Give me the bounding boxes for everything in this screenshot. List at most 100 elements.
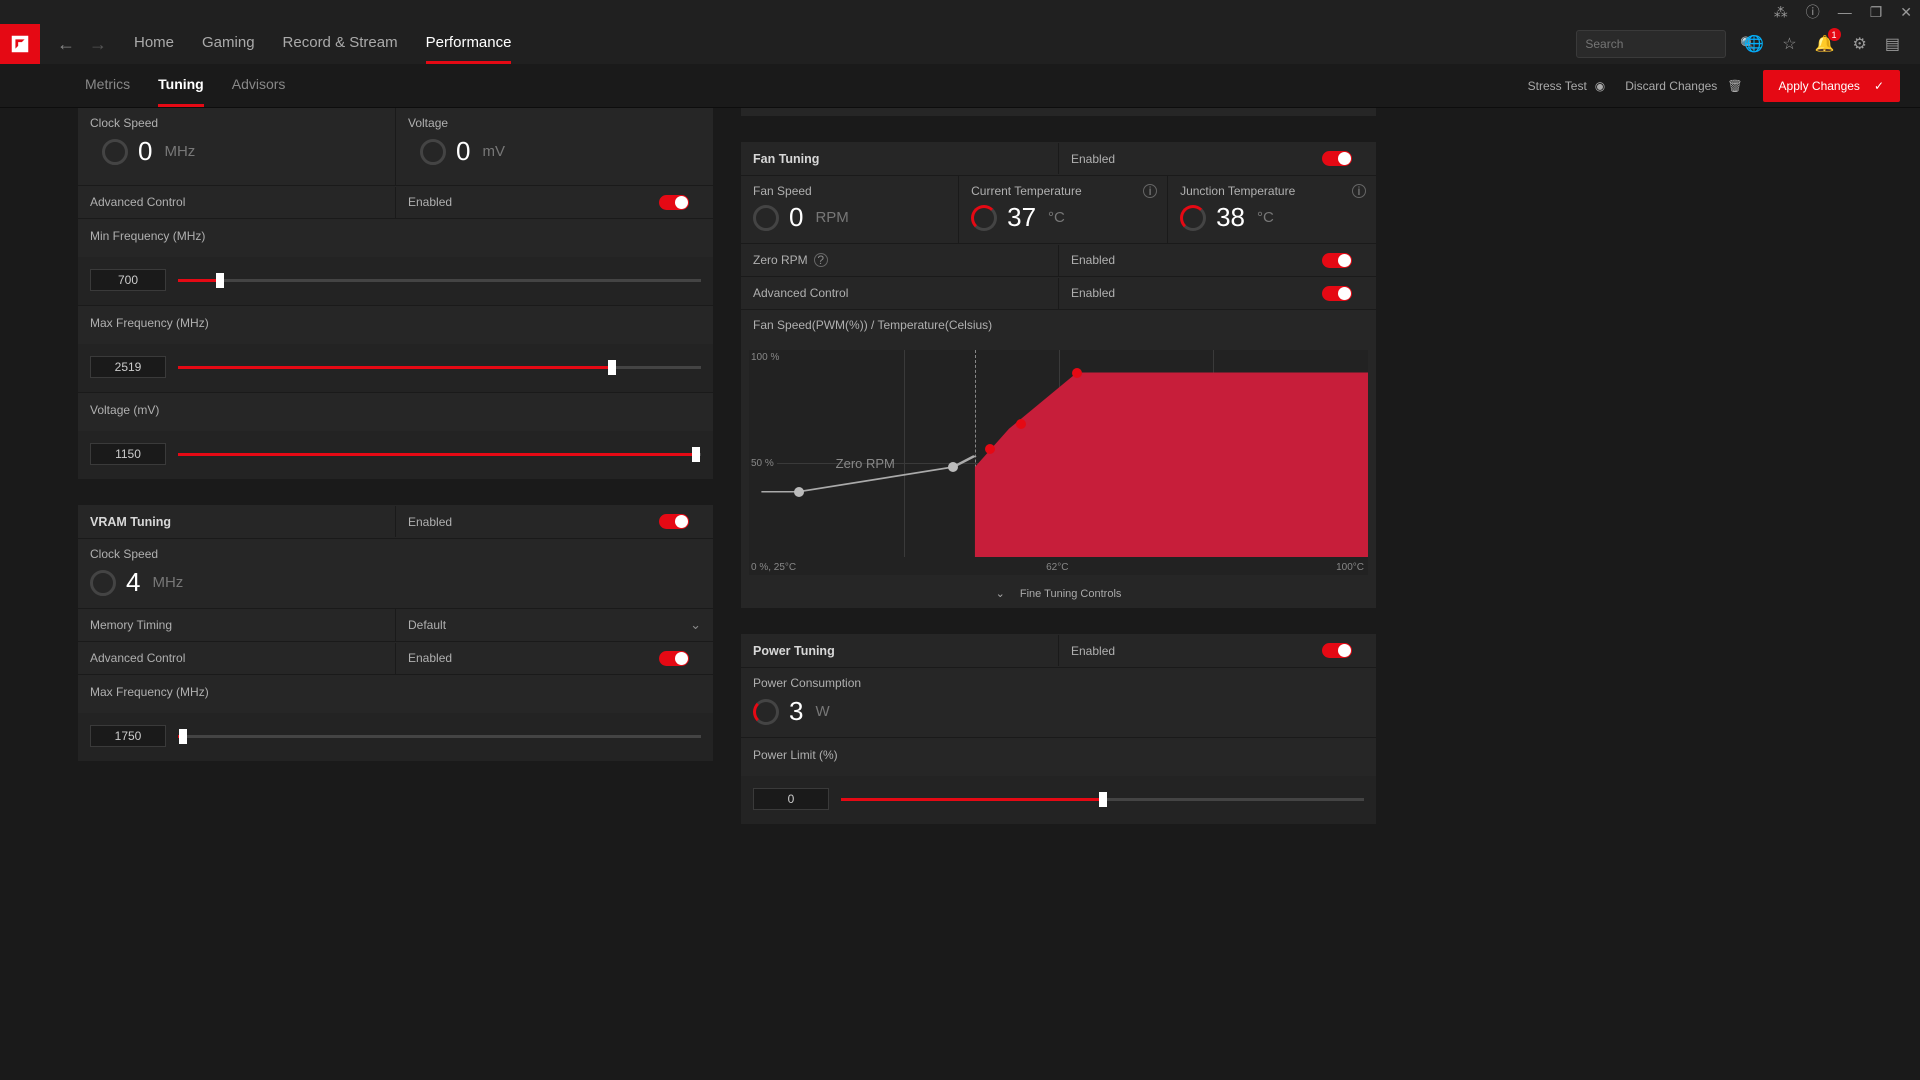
nav-forward-icon[interactable]: →: [82, 34, 114, 55]
vram-maxfreq-slider[interactable]: [178, 735, 701, 738]
chevron-down-icon: ⌄: [996, 588, 1005, 600]
voltage-unit: mV: [482, 143, 505, 160]
vram-status: Enabled: [408, 515, 452, 529]
info-icon[interactable]: i: [1352, 184, 1366, 198]
vram-clock-label: Clock Speed: [90, 547, 701, 561]
vram-toggle[interactable]: [659, 514, 689, 529]
fan-card: Fan Tuning Enabled Fan Speed 0 RPM Curre…: [741, 142, 1376, 608]
vram-adv-toggle[interactable]: [659, 651, 689, 666]
nav-gaming[interactable]: Gaming: [202, 24, 255, 64]
fine-tuning-controls[interactable]: ⌄ Fine Tuning Controls: [741, 579, 1376, 608]
close-icon[interactable]: ✕: [1900, 4, 1912, 21]
apply-changes-button[interactable]: Apply Changes ✓: [1763, 70, 1900, 102]
voltage-label: Voltage: [408, 116, 701, 130]
globe-icon[interactable]: 🌐: [1744, 34, 1764, 54]
mem-timing-label: Memory Timing: [78, 610, 395, 640]
origin-label: 0 %, 25°C: [751, 562, 796, 573]
vram-clock-value: 4: [126, 567, 140, 598]
min-freq-slider[interactable]: [178, 279, 701, 282]
bell-icon[interactable]: 🔔1: [1815, 34, 1835, 54]
power-limit-slider[interactable]: [841, 798, 1364, 801]
tab-advisors[interactable]: Advisors: [232, 64, 286, 107]
fan-title: Fan Tuning: [741, 144, 1058, 174]
vram-maxfreq-input[interactable]: [90, 725, 166, 747]
x-label-100: 100°C: [1336, 562, 1364, 573]
junc-temp-gauge-icon: [1180, 205, 1206, 231]
info-icon[interactable]: ?: [814, 253, 828, 267]
nav-home[interactable]: Home: [134, 24, 174, 64]
help-icon[interactable]: ⓘ: [1806, 2, 1820, 22]
gear-icon[interactable]: ⚙: [1853, 34, 1867, 54]
power-status: Enabled: [1071, 644, 1115, 658]
amd-logo-icon[interactable]: [0, 24, 40, 64]
window-titlebar: ⁂ ⓘ — ❐ ✕: [0, 0, 1920, 24]
fan-toggle[interactable]: [1322, 151, 1352, 166]
tab-metrics[interactable]: Metrics: [85, 64, 130, 107]
cur-temp-label: Current Temperature: [971, 184, 1155, 198]
bug-icon[interactable]: ⁂: [1774, 4, 1788, 21]
panel-icon[interactable]: ▤: [1885, 34, 1900, 54]
fan-speed-unit: RPM: [815, 209, 848, 226]
min-freq-input[interactable]: [90, 269, 166, 291]
power-cons-value: 3: [789, 696, 803, 727]
max-freq-input[interactable]: [90, 356, 166, 378]
power-title: Power Tuning: [741, 636, 1058, 666]
junc-temp-value: 38: [1216, 202, 1245, 233]
zero-rpm-text: Zero RPM: [836, 456, 895, 471]
vram-clock-unit: MHz: [152, 574, 183, 591]
vram-adv-label: Advanced Control: [78, 643, 395, 673]
vram-card: VRAM Tuning Enabled Clock Speed 4 MHz: [78, 505, 713, 761]
minimize-icon[interactable]: —: [1838, 4, 1852, 20]
cur-temp-unit: °C: [1048, 209, 1065, 226]
vram-title: VRAM Tuning: [78, 507, 395, 537]
notif-badge: 1: [1828, 28, 1841, 41]
nav-performance[interactable]: Performance: [426, 24, 512, 64]
power-cons-label: Power Consumption: [753, 676, 1364, 690]
gpu-adv-control-label: Advanced Control: [78, 187, 395, 217]
maximize-icon[interactable]: ❐: [1870, 4, 1883, 21]
search-box[interactable]: 🔍: [1576, 30, 1726, 58]
discard-changes-button[interactable]: Discard Changes 🗑: [1625, 79, 1742, 93]
clock-speed-unit: MHz: [164, 143, 195, 160]
check-icon: ✓: [1874, 79, 1884, 93]
star-icon[interactable]: ☆: [1782, 34, 1796, 54]
max-freq-slider[interactable]: [178, 366, 701, 369]
y-label-50: 50 %: [751, 458, 774, 469]
tab-tuning[interactable]: Tuning: [158, 64, 204, 107]
fan-adv-toggle[interactable]: [1322, 286, 1352, 301]
chevron-down-icon: ⌄: [690, 617, 701, 633]
zero-rpm-status: Enabled: [1071, 253, 1115, 267]
power-gauge-icon: [753, 699, 779, 725]
vram-maxfreq-label: Max Frequency (MHz): [90, 685, 701, 699]
voltage-value: 0: [456, 136, 470, 167]
vram-adv-status: Enabled: [408, 651, 452, 665]
mem-timing-dropdown[interactable]: Default ⌄: [395, 609, 713, 641]
fan-status: Enabled: [1071, 152, 1115, 166]
clock-speed-value: 0: [138, 136, 152, 167]
vram-clock-gauge-icon: [90, 570, 116, 596]
power-toggle[interactable]: [1322, 643, 1352, 658]
fan-speed-gauge-icon: [753, 205, 779, 231]
nav-back-icon[interactable]: ←: [50, 34, 82, 55]
search-input[interactable]: [1585, 37, 1740, 51]
gpu-adv-toggle[interactable]: [659, 195, 689, 210]
fan-curve-chart[interactable]: 100 % 50 % 0 %, 25°C 62°C 100°C Zero RPM: [749, 350, 1368, 575]
gpu-metrics-card: Clock Speed 0 MHz Voltage 0 mV: [78, 108, 713, 479]
min-freq-label: Min Frequency (MHz): [90, 229, 701, 243]
trash-icon: 🗑: [1727, 79, 1742, 93]
fan-chart-title: Fan Speed(PWM(%)) / Temperature(Celsius): [741, 310, 1376, 340]
power-cons-unit: W: [815, 703, 829, 720]
fan-adv-status: Enabled: [1071, 286, 1115, 300]
y-label-100: 100 %: [751, 352, 779, 363]
nav-record-stream[interactable]: Record & Stream: [283, 24, 398, 64]
zero-rpm-toggle[interactable]: [1322, 253, 1352, 268]
top-nav: ← → Home Gaming Record & Stream Performa…: [0, 24, 1920, 64]
fan-speed-value: 0: [789, 202, 803, 233]
voltage-slider[interactable]: [178, 453, 701, 456]
sub-nav: Metrics Tuning Advisors Stress Test ◉ Di…: [0, 64, 1920, 108]
power-limit-input[interactable]: [753, 788, 829, 810]
stress-test-button[interactable]: Stress Test ◉: [1528, 79, 1606, 93]
x-label-62: 62°C: [1046, 562, 1068, 573]
info-icon[interactable]: i: [1143, 184, 1157, 198]
voltage-slider-input[interactable]: [90, 443, 166, 465]
